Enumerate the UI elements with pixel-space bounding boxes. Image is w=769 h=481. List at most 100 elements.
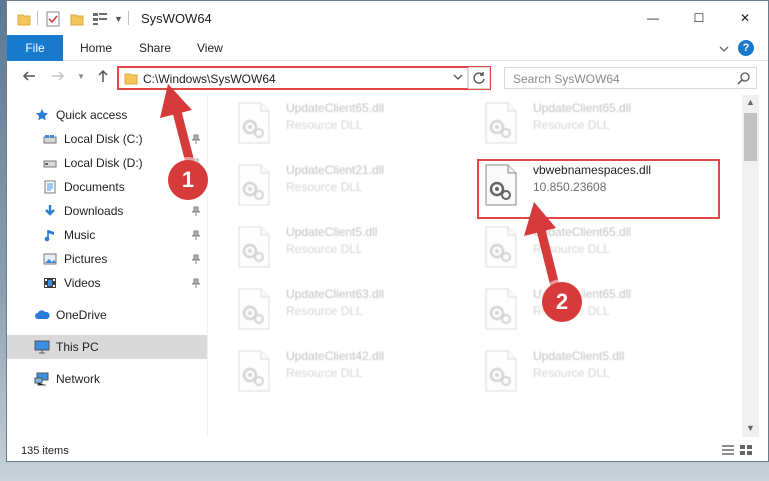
music-icon (44, 228, 56, 242)
sidebar-item-local-disk-c[interactable]: Local Disk (C:) (7, 127, 207, 151)
sidebar-item-pictures[interactable]: Pictures (7, 247, 207, 271)
file-description: Resource DLL (286, 242, 363, 256)
maximize-button[interactable]: ☐ (676, 1, 722, 35)
back-arrow-icon[interactable] (22, 69, 36, 86)
file-description: Resource DLL (286, 118, 363, 132)
sidebar-item-label: Local Disk (D:) (64, 156, 143, 170)
customize-icon[interactable] (92, 10, 108, 28)
large-icons-view-icon[interactable] (739, 444, 753, 459)
drive-icon (43, 133, 57, 145)
properties-check-icon[interactable] (46, 10, 60, 28)
dll-file-icon (236, 349, 272, 396)
dll-file-icon (236, 287, 272, 334)
new-folder-icon[interactable] (70, 10, 84, 28)
scroll-down-icon[interactable]: ▼ (746, 423, 755, 433)
file-item[interactable]: UpdateClient65.dll Resource DLL (479, 219, 709, 275)
pin-icon[interactable] (191, 133, 201, 147)
pin-icon[interactable] (191, 229, 201, 243)
expand-ribbon-icon[interactable] (719, 42, 729, 56)
close-button[interactable]: ✕ (722, 1, 768, 35)
tab-view[interactable]: View (197, 35, 223, 61)
file-item[interactable]: UpdateClient42.dll Resource DLL (232, 343, 462, 399)
file-description: Resource DLL (286, 304, 363, 318)
monitor-icon (34, 340, 50, 354)
cloud-icon (34, 309, 50, 321)
vertical-scrollbar[interactable]: ▲ ▼ (742, 95, 759, 437)
file-item[interactable]: UpdateClient63.dll Resource DLL (232, 281, 462, 337)
step-badge-1: 1 (168, 160, 208, 200)
file-description: Resource DLL (533, 118, 610, 132)
tab-file[interactable]: File (7, 35, 63, 61)
dll-file-icon (483, 349, 519, 396)
recent-locations-icon[interactable]: ▼ (77, 72, 85, 81)
file-description: Resource DLL (286, 180, 363, 194)
toolbar-divider (37, 11, 38, 25)
forward-arrow-icon[interactable] (51, 69, 65, 86)
file-highlight-box (477, 159, 720, 219)
tab-home[interactable]: Home (80, 35, 112, 61)
downloads-icon (43, 204, 57, 218)
sidebar-item-label: Quick access (56, 108, 128, 122)
status-bar: 135 items (7, 439, 768, 461)
sidebar-item-label: Local Disk (C:) (64, 132, 143, 146)
title-divider (128, 11, 129, 25)
videos-icon (43, 277, 57, 289)
file-item[interactable]: UpdateClient65.dll Resource DLL (232, 95, 462, 151)
file-item[interactable]: UpdateClient5.dll Resource DLL (479, 343, 709, 399)
sidebar-item-onedrive[interactable]: OneDrive (7, 303, 207, 327)
folder-icon[interactable] (17, 10, 31, 28)
ribbon-tabs: File Home Share View ? (7, 35, 768, 61)
dll-file-icon (236, 225, 272, 272)
file-name: UpdateClient65.dll (533, 225, 632, 239)
file-name: UpdateClient63.dll (286, 287, 385, 301)
help-icon[interactable]: ? (738, 40, 754, 56)
scroll-up-icon[interactable]: ▲ (746, 97, 755, 107)
file-item[interactable]: UpdateClient5.dll Resource DLL (232, 219, 462, 275)
up-arrow-icon[interactable] (96, 69, 110, 86)
sidebar-item-label: OneDrive (56, 308, 107, 322)
pin-icon[interactable] (191, 205, 201, 219)
search-input[interactable]: Search SysWOW64 (504, 67, 757, 89)
file-item[interactable]: UpdateClient65.dll Resource DLL (479, 95, 709, 151)
drive-icon (43, 157, 57, 169)
minimize-button[interactable]: — (630, 1, 676, 35)
sidebar-item-label: Downloads (64, 204, 124, 218)
explorer-window: ▼ SysWOW64 — ☐ ✕ File Home Share View ? … (6, 0, 769, 462)
sidebar-item-network[interactable]: Network (7, 367, 207, 391)
details-view-icon[interactable] (721, 444, 735, 459)
tab-share[interactable]: Share (139, 35, 171, 61)
file-description: Resource DLL (286, 366, 363, 380)
dll-file-icon (483, 287, 519, 334)
pin-icon[interactable] (191, 277, 201, 291)
file-description: Resource DLL (533, 242, 610, 256)
dll-file-icon (236, 101, 272, 148)
refresh-icon[interactable] (468, 67, 490, 89)
star-icon (35, 108, 49, 122)
sidebar-item-label: This PC (56, 340, 99, 354)
file-description: Resource DLL (533, 366, 610, 380)
item-count: 135 items (21, 445, 69, 457)
navigation-bar: ▼ C:\Windows\SysWOW64 Search SysWOW64 (7, 61, 768, 95)
search-icon[interactable] (737, 71, 751, 88)
sidebar-item-this-pc[interactable]: This PC (7, 335, 207, 359)
file-name: UpdateClient5.dll (286, 225, 378, 239)
file-item[interactable]: UpdateClient65.dll Resource DLL (479, 281, 709, 337)
title-bar: ▼ SysWOW64 — ☐ ✕ (7, 1, 768, 35)
pin-icon[interactable] (191, 253, 201, 267)
pane-divider[interactable] (207, 95, 208, 437)
documents-icon (44, 180, 56, 194)
search-placeholder: Search SysWOW64 (513, 72, 620, 86)
sidebar-item-music[interactable]: Music (7, 223, 207, 247)
sidebar-item-videos[interactable]: Videos (7, 271, 207, 295)
quick-access-dropdown-icon[interactable]: ▼ (114, 10, 123, 28)
file-name: UpdateClient65.dll (533, 101, 632, 115)
dll-file-icon (483, 225, 519, 272)
sidebar-item-downloads[interactable]: Downloads (7, 199, 207, 223)
sidebar-item-quick-access[interactable]: Quick access (7, 103, 207, 127)
navigation-pane: Quick access Local Disk (C:) Local Disk … (7, 95, 207, 437)
dll-file-icon (483, 101, 519, 148)
file-item[interactable]: UpdateClient21.dll Resource DLL (232, 157, 462, 213)
dll-file-icon (236, 163, 272, 210)
sidebar-item-label: Documents (64, 180, 125, 194)
scroll-thumb[interactable] (744, 113, 757, 161)
